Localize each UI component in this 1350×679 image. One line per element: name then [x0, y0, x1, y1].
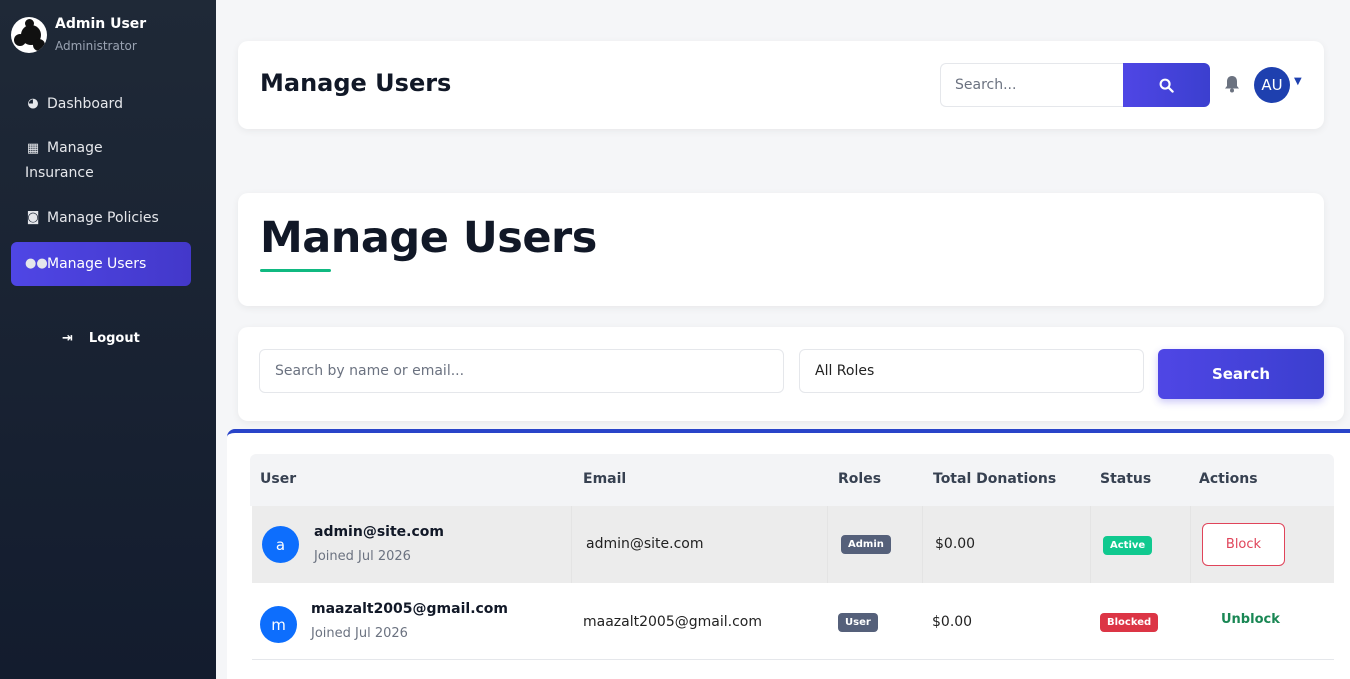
- role-select[interactable]: All Roles: [799, 349, 1144, 393]
- profile-role: Administrator: [55, 39, 137, 53]
- role-badge: User: [838, 613, 878, 632]
- status-badge: Blocked: [1100, 613, 1159, 632]
- cell-divider: [571, 506, 572, 583]
- user-search-input[interactable]: [259, 349, 784, 393]
- page-title: Manage Users: [260, 213, 597, 263]
- total-donations: $0.00: [932, 614, 973, 630]
- logout-label: Logout: [88, 331, 140, 346]
- gauge-icon: ◕: [27, 96, 39, 111]
- column-header-roles: Roles: [838, 471, 882, 487]
- users-table: User Email Roles Total Donations Status …: [227, 429, 1350, 679]
- user-avatar-circle: a: [262, 526, 299, 563]
- role-badge: Admin: [841, 535, 891, 554]
- sidebar: Admin User Administrator ◕ Dashboard ▦ M…: [0, 0, 216, 679]
- header-title: Manage Users: [260, 69, 452, 97]
- column-header-status: Status: [1100, 471, 1152, 487]
- user-name: maazalt2005@gmail.com: [311, 601, 509, 617]
- profile-avatar: [11, 17, 47, 53]
- sidebar-item-label: Manage Insurance: [25, 140, 103, 181]
- building-icon: ▦: [26, 141, 40, 156]
- user-avatar[interactable]: AU: [1254, 67, 1290, 103]
- file-dollar-icon: ◙: [26, 210, 40, 225]
- table-header: User Email Roles Total Donations Status …: [250, 454, 1334, 506]
- search-icon: [1159, 78, 1174, 93]
- user-joined: Joined Jul 2026: [314, 549, 411, 564]
- user-avatar-circle: m: [260, 606, 297, 643]
- sidebar-item-label: Manage Users: [47, 256, 147, 272]
- page-title-card: Manage Users: [238, 193, 1324, 306]
- header-search-button[interactable]: [1123, 63, 1210, 107]
- cell-divider: [1090, 506, 1091, 583]
- users-icon: ●●: [25, 256, 48, 271]
- cell-divider: [922, 506, 923, 583]
- profile: Admin User Administrator: [11, 15, 146, 53]
- search-button[interactable]: Search: [1158, 349, 1324, 399]
- column-header-donations: Total Donations: [933, 471, 1057, 487]
- column-header-actions: Actions: [1199, 471, 1258, 487]
- table-row: m maazalt2005@gmail.com Joined Jul 2026 …: [252, 583, 1334, 660]
- table-row: a admin@site.com Joined Jul 2026 admin@s…: [252, 506, 1334, 583]
- user-email: admin@site.com: [586, 536, 704, 552]
- logout-button[interactable]: ⇥ Logout: [62, 331, 140, 346]
- sidebar-item-label: Dashboard: [47, 96, 123, 112]
- sidebar-item-manage-insurance[interactable]: ▦ Manage Insurance: [11, 128, 191, 194]
- title-underline: [260, 269, 331, 272]
- sidebar-item-manage-policies[interactable]: ◙ Manage Policies: [11, 196, 191, 240]
- column-header-email: Email: [583, 471, 627, 487]
- profile-name: Admin User: [55, 16, 147, 32]
- status-badge: Active: [1103, 536, 1153, 555]
- filter-card: All Roles Search: [238, 327, 1344, 421]
- cell-divider: [827, 506, 828, 583]
- total-donations: $0.00: [935, 536, 976, 552]
- header-search-input[interactable]: [940, 63, 1124, 107]
- block-button[interactable]: Block: [1202, 523, 1285, 566]
- column-header-user: User: [260, 471, 297, 487]
- sidebar-item-dashboard[interactable]: ◕ Dashboard: [11, 82, 191, 126]
- sidebar-nav: ◕ Dashboard ▦ Manage Insurance ◙ Manage …: [11, 82, 191, 288]
- sidebar-item-label: Manage Policies: [47, 210, 159, 226]
- top-header: Manage Users AU ▼: [238, 41, 1324, 129]
- chevron-down-icon[interactable]: ▼: [1294, 76, 1302, 87]
- sidebar-item-manage-users[interactable]: ●● Manage Users: [11, 242, 191, 286]
- unblock-button[interactable]: Unblock: [1221, 612, 1280, 627]
- cell-divider: [1190, 506, 1191, 583]
- user-name: admin@site.com: [314, 524, 444, 540]
- user-joined: Joined Jul 2026: [311, 626, 408, 641]
- user-email: maazalt2005@gmail.com: [583, 614, 762, 630]
- sign-out-icon: ⇥: [62, 331, 73, 346]
- bell-icon[interactable]: [1224, 75, 1240, 98]
